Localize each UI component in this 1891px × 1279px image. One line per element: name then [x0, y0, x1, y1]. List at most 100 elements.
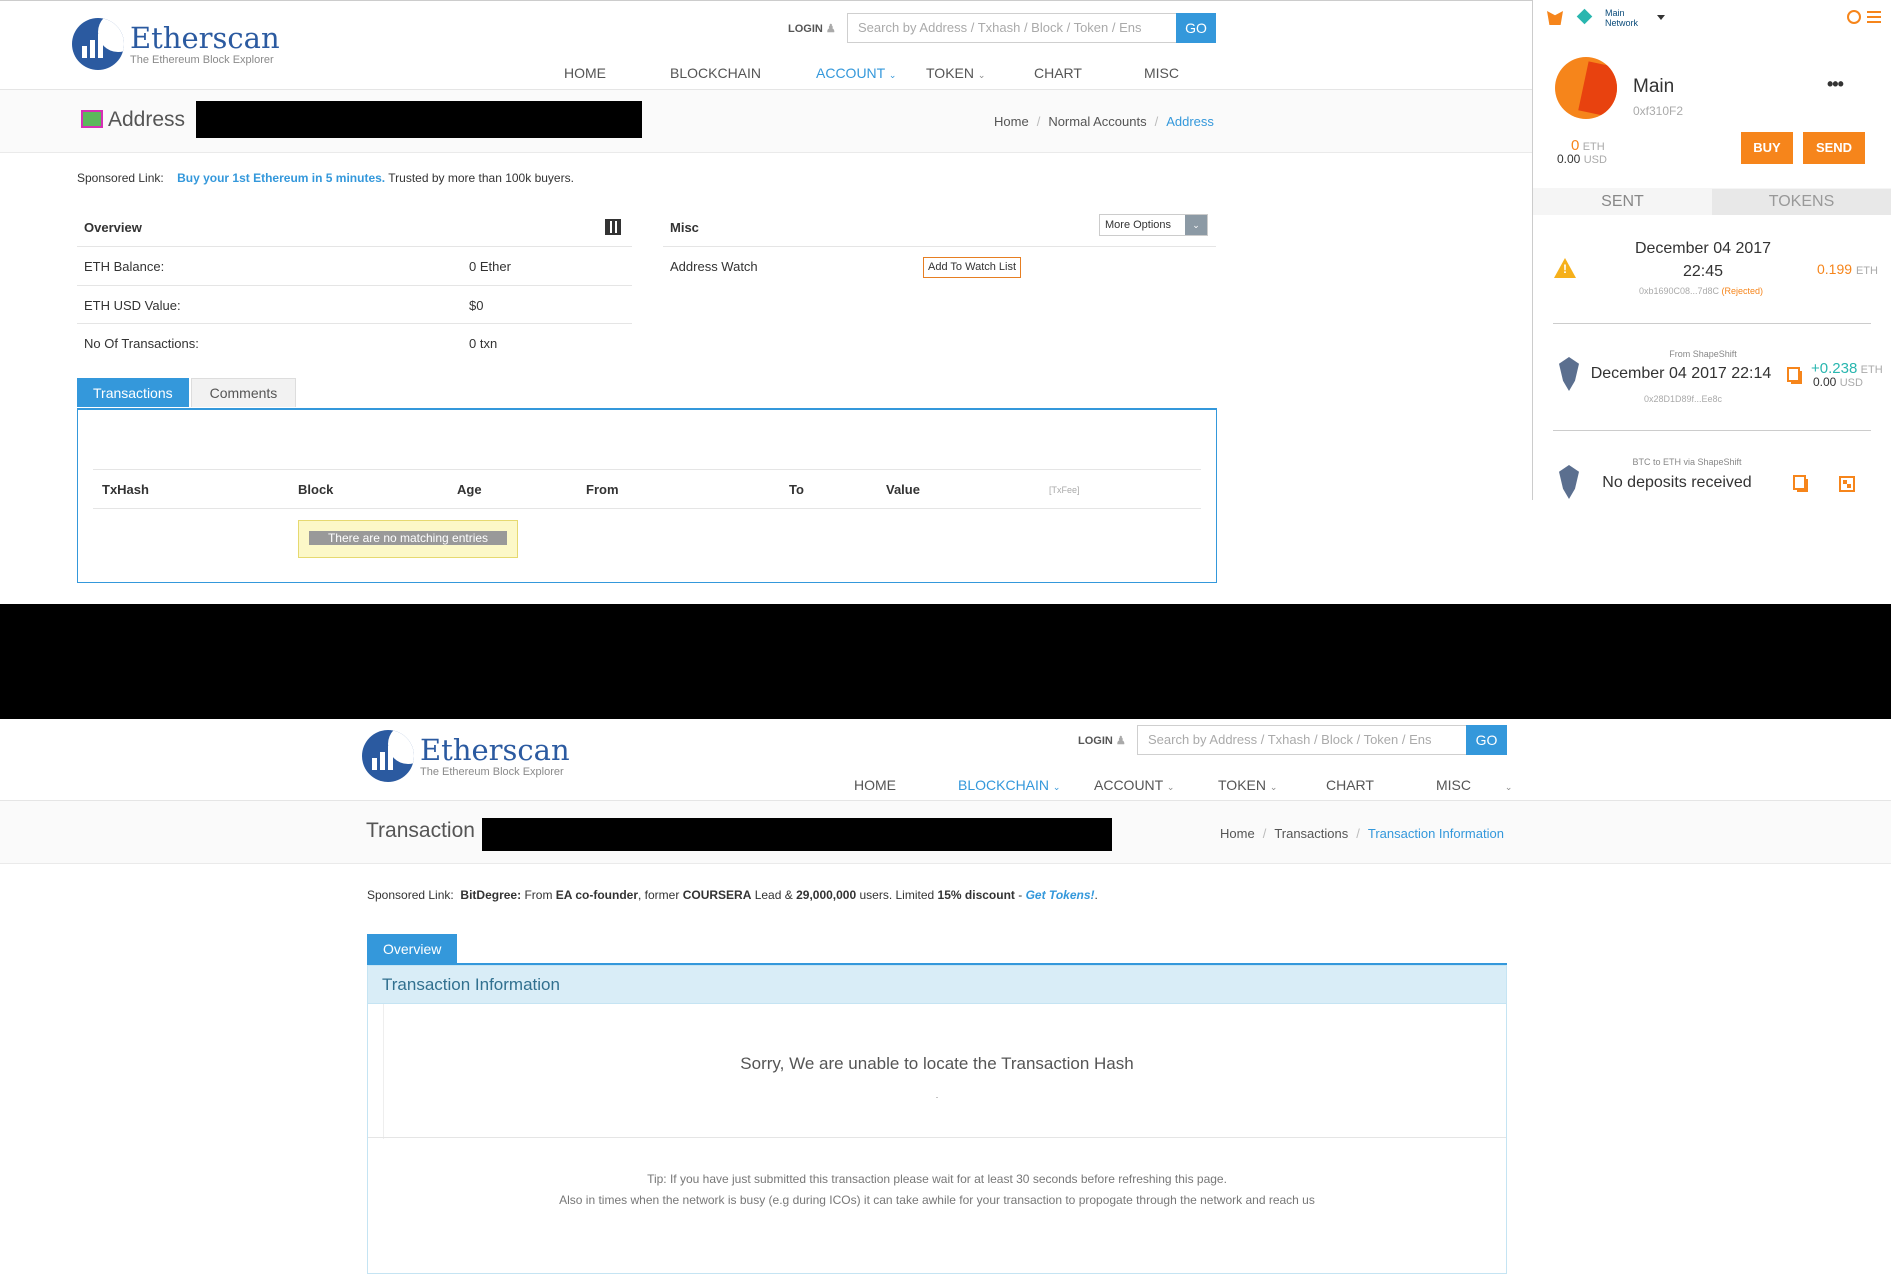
breadcrumb-transactions[interactable]: Transactions: [1274, 826, 1348, 841]
chevron-down-icon: ⌄: [888, 70, 897, 80]
tx3-status: No deposits received: [1602, 474, 1752, 491]
eth-balance-value: 0 Ether: [469, 259, 511, 274]
sponsored-link-text[interactable]: Buy your 1st Ethereum in 5 minutes.: [177, 171, 385, 185]
address-icon: [81, 110, 103, 128]
tx2-amount: +0.238 ETH 0.00 USD: [1811, 360, 1883, 389]
col-value: Value: [886, 482, 920, 497]
chevron-down-icon: ⌄: [977, 70, 986, 80]
qr-code-icon[interactable]: [605, 219, 621, 235]
hamburger-menu-icon[interactable]: [1867, 11, 1881, 23]
tx-count-value: 0 txn: [469, 336, 498, 351]
brand-tagline: The Ethereum Block Explorer: [130, 53, 274, 66]
tip-line-2: Also in times when the network is busy (…: [559, 1193, 1315, 1207]
search-go-button[interactable]: GO: [1466, 725, 1507, 755]
eth-balance-label: ETH Balance:: [84, 259, 165, 274]
col-age: Age: [457, 482, 482, 497]
buy-button[interactable]: BUY: [1741, 132, 1793, 164]
page-title: Address: [108, 108, 186, 131]
transactions-panel: TxHash Block Age From To Value [TxFee] T…: [77, 408, 1217, 583]
tx-count-label: No Of Transactions:: [84, 336, 199, 351]
breadcrumb-home[interactable]: Home: [1220, 826, 1255, 841]
usd-balance: 0.00: [1557, 152, 1581, 166]
tab-overview[interactable]: Overview: [367, 934, 458, 964]
brand-tagline: The Ethereum Block Explorer: [420, 765, 564, 778]
metamask-fox-icon[interactable]: [1547, 11, 1563, 25]
add-to-watch-list-button[interactable]: Add To Watch List: [923, 257, 1022, 278]
col-to: To: [789, 482, 804, 497]
tx2-datetime: December 04 2017 22:14: [1590, 365, 1772, 382]
account-identicon[interactable]: [1555, 57, 1617, 119]
tx2-hash[interactable]: 0x28D1D89f...Ee8c: [1573, 394, 1793, 404]
tip-line-1: Tip: If you have just submitted this tra…: [647, 1172, 1227, 1186]
eth-usd-value: $0: [469, 298, 484, 313]
breadcrumb-normal-accounts[interactable]: Normal Accounts: [1048, 114, 1146, 129]
breadcrumb: Home / Transactions / Transaction Informatio…: [1220, 826, 1504, 841]
more-options-dots-icon[interactable]: •••: [1827, 74, 1844, 95]
get-tokens-link[interactable]: Get Tokens!: [1026, 888, 1095, 902]
redacted-tx-hash: [482, 818, 1112, 851]
copy-icon[interactable]: [1787, 367, 1802, 384]
search-input[interactable]: Search by Address / Txhash / Block / Tok…: [1137, 725, 1467, 755]
tab-transactions[interactable]: Transactions: [77, 378, 189, 407]
etherscan-logo-icon: [362, 730, 414, 782]
metamask-popup: Main Network Main 0xf310F2 ••• 0 ETH 0.0…: [1532, 0, 1891, 500]
no-entries-message: There are no matching entries: [298, 520, 518, 558]
chevron-down-icon: ⌄: [1504, 782, 1513, 792]
sponsored-link: Sponsored Link: Buy your 1st Ethereum in…: [77, 171, 574, 185]
chevron-down-icon: ⌄: [1052, 782, 1061, 792]
more-options-button[interactable]: More Options ⌄: [1099, 214, 1208, 236]
redacted-address: [196, 101, 642, 138]
tx3-source: BTC to ETH via ShapeShift: [1632, 457, 1742, 467]
copy-icon[interactable]: [1793, 475, 1808, 492]
etherscan-logo[interactable]: Etherscan The Ethereum Block Explorer: [362, 730, 570, 782]
separator-dot: .: [935, 1090, 939, 1100]
network-selector[interactable]: Main Network: [1605, 8, 1645, 28]
sponsored-link: Sponsored Link: BitDegree: From EA co-fo…: [367, 888, 1098, 902]
chevron-down-icon: ⌄: [1185, 215, 1207, 235]
account-name: Main: [1633, 76, 1675, 97]
qr-code-icon[interactable]: [1839, 476, 1855, 492]
login-link[interactable]: LOGIN ♟: [788, 22, 836, 35]
user-icon: ♟: [825, 23, 836, 35]
chevron-down-icon: ⌄: [1166, 782, 1175, 792]
search-go-button[interactable]: GO: [1176, 13, 1216, 43]
caret-down-icon: [1657, 15, 1665, 20]
etherscan-logo[interactable]: Etherscan The Ethereum Block Explorer: [72, 18, 280, 70]
tx-tabs: Transactions Comments: [77, 378, 298, 407]
address-watch-label: Address Watch: [670, 259, 758, 274]
tx1-amount: 0.199 ETH: [1817, 261, 1878, 277]
tx1-status: (Rejected): [1721, 286, 1764, 296]
account-switch-icon[interactable]: [1847, 10, 1861, 24]
tx1-date: December 04 2017 22:45: [1634, 240, 1772, 280]
brand-name: Etherscan: [420, 732, 570, 767]
tab-comments[interactable]: Comments: [190, 378, 297, 407]
account-address[interactable]: 0xf310F2: [1633, 104, 1683, 115]
top-border: [0, 0, 1532, 1]
tx1-hash[interactable]: 0xb1690C08...7d8C (Rejected): [1591, 286, 1811, 296]
col-txhash: TxHash: [102, 482, 149, 497]
warning-icon: !: [1554, 258, 1576, 278]
misc-title: Misc: [670, 220, 699, 235]
redacted-band: [0, 604, 1891, 719]
tx2-source: From ShapeShift: [1669, 349, 1737, 359]
brand-name: Etherscan: [130, 20, 280, 55]
tab-sent[interactable]: SENT: [1533, 189, 1712, 215]
network-diamond-icon: [1576, 8, 1593, 25]
eth-usd-label: ETH USD Value:: [84, 298, 181, 313]
etherscan-logo-icon: [72, 18, 124, 70]
overview-title: Overview: [84, 220, 142, 235]
page-title: Transaction: [366, 819, 475, 842]
breadcrumb-current: Transaction Information: [1367, 826, 1504, 841]
transaction-info-title: Transaction Information: [368, 966, 1506, 1004]
send-button[interactable]: SEND: [1803, 132, 1865, 164]
breadcrumb-current: Address: [1166, 114, 1214, 129]
col-from: From: [586, 482, 619, 497]
breadcrumb: Home / Normal Accounts / Address: [994, 114, 1214, 129]
not-found-message: Sorry, We are unable to locate the Trans…: [740, 1054, 1134, 1073]
search-input[interactable]: Search by Address / Txhash / Block / Tok…: [847, 13, 1177, 43]
col-txfee[interactable]: [TxFee]: [1049, 485, 1080, 495]
breadcrumb-home[interactable]: Home: [994, 114, 1029, 129]
tx-tabs: Overview: [367, 934, 459, 964]
login-link[interactable]: LOGIN ♟: [1078, 734, 1126, 747]
tab-tokens[interactable]: TOKENS: [1712, 189, 1891, 215]
